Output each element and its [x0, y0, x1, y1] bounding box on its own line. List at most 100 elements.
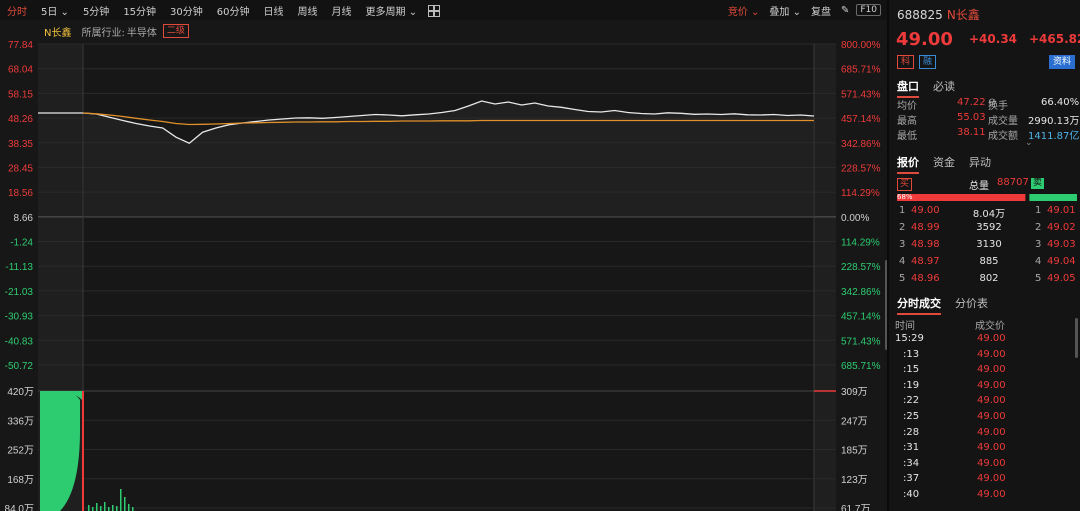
volume-tick-label: 336万	[7, 416, 34, 427]
tab-intraday[interactable]: 分时	[0, 3, 34, 18]
expand-chevron-icon[interactable]: ⌄	[1025, 138, 1033, 148]
price-tick-label: -50.72	[5, 361, 34, 372]
chart-info-row: N长鑫 所属行业: 半导体 二级	[0, 22, 887, 40]
trading-app: 77.84 800.00% 68.04 685.71% 58.15 571.43% 48.2…	[0, 0, 1080, 511]
depth-header: 买 总量 88707 卖	[889, 177, 1080, 192]
tab-60min[interactable]: 60分钟	[210, 3, 257, 18]
tick-row: :40 49.00	[903, 489, 1006, 500]
tick-row: :15 49.00	[903, 364, 1006, 376]
stock-name: N长鑫	[946, 8, 980, 22]
total-value: 88707	[997, 177, 1029, 188]
tab-quote[interactable]: 报价	[897, 154, 919, 174]
tab-alerts[interactable]: 异动	[969, 154, 991, 174]
buy-ratio-pct: 68%	[897, 193, 913, 201]
stat-row-avg: 均价 47.22 换手 ⊖ 66.40%	[897, 97, 1080, 112]
tab-daily[interactable]: 日线	[257, 3, 291, 18]
price-tick-label: 8.66	[14, 213, 34, 224]
pct-tick-label: 228.57%	[841, 262, 881, 273]
ticks-header: 时间 成交价	[895, 321, 1005, 332]
tab-30min[interactable]: 30分钟	[163, 3, 210, 18]
sell-ratio-fill	[1029, 194, 1077, 201]
post-session-area	[814, 44, 836, 511]
order-row[interactable]: 5 48.96 802 5 49.05	[889, 273, 1080, 289]
buy-ratio-fill	[897, 194, 1026, 201]
pct-tick-label: 571.43%	[841, 336, 881, 347]
volume-tick-label-right: 61.7万	[841, 504, 870, 511]
replay-button[interactable]: 复盘	[806, 3, 836, 18]
period-toolbar: 分时 5日 ⌄ 5分钟 15分钟 30分钟 60分钟 日线 周线 月线 更多周期…	[0, 0, 887, 20]
pct-tick-label: 571.43%	[841, 89, 881, 100]
price-change-pct: +465.82	[1029, 32, 1080, 46]
volume-tick-label-right: 309万	[841, 387, 868, 398]
buy-sell-ratio-bar	[897, 194, 1077, 201]
price-tick-label: 38.35	[8, 139, 33, 150]
tab-monthly[interactable]: 月线	[325, 3, 359, 18]
ticks-scrollbar[interactable]	[1075, 318, 1078, 358]
tab-funds[interactable]: 资金	[933, 154, 955, 174]
tab-more-periods[interactable]: 更多周期 ⌄	[359, 3, 425, 18]
price-tick-label: 58.15	[8, 89, 33, 100]
volume-bar	[120, 489, 122, 511]
price-tick-label: -11.13	[5, 262, 33, 273]
industry-value[interactable]: 半导体	[127, 24, 157, 39]
panel-tabs-3: 分时成交 分价表	[897, 295, 1002, 315]
volume-bar	[108, 507, 110, 511]
tab-weekly[interactable]: 周线	[291, 3, 325, 18]
price-tick-label: -40.83	[5, 336, 34, 347]
pct-tick-label: 342.86%	[841, 287, 881, 298]
volume-tick-label: 168万	[7, 475, 34, 486]
industry-level-badge[interactable]: 二级	[162, 24, 189, 38]
volume-bar	[96, 503, 98, 511]
order-row[interactable]: 4 48.97 885 4 49.04	[889, 256, 1080, 272]
price-tick-label: 18.56	[8, 188, 33, 199]
quote-panel: 688825 N长鑫 49.00 +40.34 +465.82 科 融 资料 盘口…	[889, 0, 1080, 511]
tab-time-sales[interactable]: 分时成交	[897, 295, 941, 315]
tab-order-book[interactable]: 盘口	[897, 78, 919, 98]
tab-15min[interactable]: 15分钟	[116, 3, 163, 18]
pct-tick-label: 685.71%	[841, 361, 881, 372]
brush-icon[interactable]: ✎	[836, 5, 854, 16]
industry-label: 所属行业:	[81, 27, 125, 39]
volume-bar	[132, 507, 134, 511]
volume-tick-label-right: 247万	[841, 416, 868, 427]
current-price: 49.00	[896, 29, 953, 50]
profile-button[interactable]: 资料	[1049, 55, 1076, 69]
pct-tick-label: 0.00%	[841, 213, 869, 224]
tab-5day[interactable]: 5日 ⌄	[34, 3, 76, 18]
stat-row-low: 最低 38.11 成交额 1411.87亿	[897, 127, 1080, 142]
stock-code-line: 688825 N长鑫	[897, 6, 980, 23]
tick-row: :28 49.00	[903, 426, 1006, 438]
pct-tick-label: 342.86%	[841, 139, 881, 150]
tab-must-read[interactable]: 必读	[933, 78, 955, 98]
overlay-button[interactable]: 叠加 ⌄	[764, 3, 806, 18]
volume-bar	[100, 506, 102, 511]
pct-tick-label: 457.14%	[841, 312, 881, 323]
price-tick-label: -1.24	[10, 238, 33, 249]
tab-5min[interactable]: 5分钟	[76, 3, 116, 18]
order-row[interactable]: 2 48.99 3592 2 49.02	[889, 222, 1080, 238]
pct-tick-label: 114.29%	[841, 238, 880, 249]
pct-tick-label: 685.71%	[841, 65, 881, 76]
f10-button[interactable]: F10	[856, 4, 881, 16]
price-tick-label: 68.04	[8, 65, 33, 76]
stat-row-high: 最高 55.03 成交量 2990.13万	[897, 112, 1080, 127]
chart-background	[0, 0, 887, 511]
volume-bar	[112, 505, 114, 511]
price-tick-label: 48.26	[8, 114, 33, 125]
intraday-chart[interactable]: 77.84 800.00% 68.04 685.71% 58.15 571.43% 48.2…	[0, 0, 887, 511]
volume-bar	[88, 505, 90, 511]
minus-circle-icon[interactable]: ⊖	[988, 97, 996, 108]
tick-row: :22 49.00	[903, 395, 1006, 407]
auction-button[interactable]: 竞价 ⌄	[723, 3, 765, 18]
tick-row: 15:29 49.00	[895, 333, 1006, 344]
total-label: 总量	[969, 181, 989, 192]
tab-price-table[interactable]: 分价表	[955, 295, 988, 315]
order-row[interactable]: 3 48.98 3130 3 49.03	[889, 239, 1080, 255]
volume-tick-label-right: 123万	[841, 475, 868, 486]
pct-tick-label: 800.00%	[841, 40, 881, 51]
order-row[interactable]: 1 49.00 8.04万 1 49.01	[889, 205, 1080, 221]
layout-grid-icon[interactable]	[428, 5, 441, 17]
volume-bar	[128, 504, 130, 511]
tick-row: :37 49.00	[903, 473, 1006, 485]
price-change: +40.34	[969, 32, 1018, 46]
